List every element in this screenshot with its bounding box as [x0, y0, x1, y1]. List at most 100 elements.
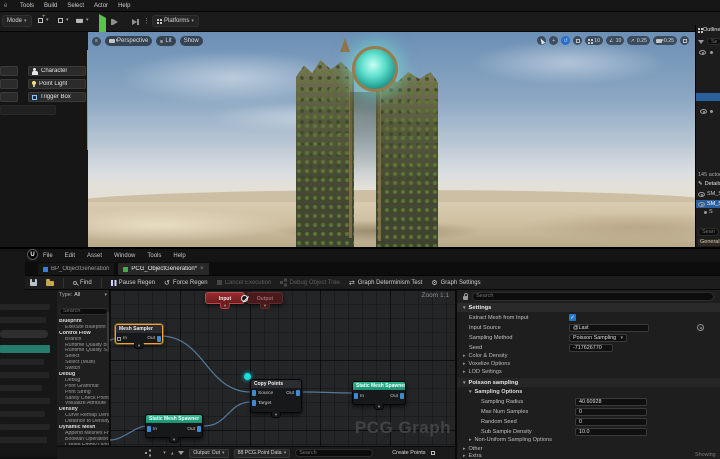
- blueprints-button[interactable]: ▾: [58, 17, 69, 23]
- lock-icon[interactable]: [463, 292, 469, 300]
- grid-snap-toggle[interactable]: 10: [585, 36, 603, 45]
- random-seed-field[interactable]: 0: [575, 417, 647, 426]
- eye-icon[interactable]: [698, 201, 705, 207]
- node-input[interactable]: Input ▾: [205, 292, 245, 309]
- node-static-mesh-spawner[interactable]: Static Mesh Spawner In Out ▾: [145, 414, 203, 443]
- target-pin[interactable]: [252, 400, 256, 406]
- menu-tools[interactable]: Tools: [20, 3, 34, 9]
- outliner-selected-row[interactable]: [696, 93, 720, 101]
- section-color-density[interactable]: ▸ Color & Density: [463, 353, 507, 359]
- palette-search-input[interactable]: [59, 307, 108, 315]
- outliner-tab[interactable]: Outliner: [698, 27, 720, 33]
- pcg-menu-file[interactable]: File: [43, 253, 53, 259]
- frame-skip-button[interactable]: [111, 19, 118, 25]
- actor-pill-clipped[interactable]: [0, 92, 18, 102]
- close-icon[interactable]: ×: [200, 266, 204, 272]
- extract-mesh-checkbox[interactable]: ✓: [569, 314, 576, 321]
- node-output-disabled[interactable]: Output ▾: [247, 292, 283, 309]
- collapse-chevron-icon[interactable]: ▾: [259, 303, 271, 309]
- sampling-method-dropdown[interactable]: Poisson Sampling ▾: [569, 333, 627, 342]
- add-actor-button[interactable]: ▾: [38, 14, 49, 23]
- tab-pcg-objectgeneration[interactable]: PCG_ObjectGeneration* ×: [118, 263, 209, 275]
- max-num-samples-field[interactable]: 0: [575, 407, 647, 416]
- graph-determinism-test-button[interactable]: ⇄ Graph Determinism Test: [349, 279, 422, 287]
- viewport-menu-button[interactable]: ≡: [92, 36, 101, 46]
- advance-button[interactable]: [132, 19, 139, 25]
- collapse-chevron-icon[interactable]: ▾: [219, 303, 231, 309]
- section-lod[interactable]: ▸ LOD Settings: [463, 369, 502, 375]
- details-search-input[interactable]: [698, 228, 719, 236]
- palette-scrollbar[interactable]: [107, 312, 109, 352]
- force-regen-button[interactable]: ↺ Force Regen: [164, 279, 208, 287]
- move-tool-button[interactable]: +: [549, 36, 559, 45]
- find-button[interactable]: Find: [73, 280, 92, 286]
- sub-sample-density-field[interactable]: 10.0: [575, 427, 647, 436]
- pcg-graph-canvas[interactable]: Zoom 1:1 PCG Graph Input ▾ Output ▾ Mesh…: [110, 290, 455, 447]
- show-dropdown[interactable]: Show: [179, 36, 203, 46]
- input-source-field[interactable]: @Last: [569, 323, 649, 332]
- level-viewport[interactable]: ≡ Perspective Lit Show + ↺ 10 ∠ 10 ↗ 0.25 …: [88, 32, 695, 247]
- eye-icon[interactable]: [698, 191, 705, 197]
- lit-dropdown[interactable]: Lit: [156, 36, 176, 46]
- attributes-search-input[interactable]: [295, 449, 374, 457]
- out-pin[interactable]: [197, 426, 201, 432]
- pcg-menu-window[interactable]: Window: [114, 253, 135, 259]
- section-sampling-options[interactable]: ▾ Sampling Options: [469, 389, 522, 395]
- reset-to-default-icon[interactable]: [696, 324, 704, 331]
- browse-icon[interactable]: [46, 279, 54, 287]
- details-tab[interactable]: ✎ Details: [698, 181, 720, 187]
- layers-icon[interactable]: [145, 451, 148, 455]
- pcg-menu-asset[interactable]: Asset: [87, 253, 102, 259]
- pause-regen-button[interactable]: Pause Regen: [110, 279, 155, 286]
- place-actor-point-light[interactable]: Point Light: [28, 79, 86, 89]
- collapse-icon[interactable]: ▾: [171, 450, 174, 456]
- pcg-menu-tools[interactable]: Tools: [147, 253, 161, 259]
- place-actor-character[interactable]: Character: [28, 66, 86, 76]
- actor-pill-clipped[interactable]: [0, 105, 56, 115]
- section-extra[interactable]: ▸ Extra: [463, 453, 482, 459]
- outliner-row[interactable]: [700, 109, 713, 114]
- section-non-uniform[interactable]: ▸ Non-Uniform Sampling Options: [469, 437, 552, 443]
- source-pin[interactable]: [252, 390, 256, 396]
- details-child-row[interactable]: S: [704, 209, 720, 215]
- section-other[interactable]: ▸ Other: [463, 446, 483, 452]
- filter-icon[interactable]: [698, 39, 704, 44]
- collapse-chevron-icon[interactable]: ▾: [133, 343, 145, 349]
- details-row[interactable]: SM_S: [698, 191, 720, 197]
- details-selected-row[interactable]: SM_S: [696, 200, 720, 208]
- mode-dropdown[interactable]: Mode ▾: [2, 15, 32, 27]
- actor-pill-clipped[interactable]: [0, 66, 18, 76]
- node-mesh-sampler[interactable]: Mesh Sampler In Out ▾: [115, 324, 163, 349]
- tab-bp-objectgeneration[interactable]: BP_ObjectGeneration: [38, 263, 115, 275]
- palette-type-filter[interactable]: Type: All ▾: [57, 290, 109, 299]
- pcg-menu-help[interactable]: Help: [173, 253, 185, 259]
- collapse-chevron-icon[interactable]: ▾: [373, 404, 385, 410]
- section-poisson[interactable]: ▾ Poisson sampling: [457, 378, 720, 387]
- collapse-chevron-icon[interactable]: ▾: [168, 437, 180, 443]
- outliner-search-input[interactable]: [707, 38, 720, 45]
- filter-icon[interactable]: [178, 451, 185, 455]
- perspective-dropdown[interactable]: Perspective: [105, 36, 153, 46]
- place-actor-trigger-box[interactable]: Trigger Box: [28, 92, 86, 102]
- out-pin[interactable]: [400, 393, 404, 399]
- pcg-menu-edit[interactable]: Edit: [65, 253, 75, 259]
- camera-speed-control[interactable]: 0.25: [652, 36, 677, 45]
- section-settings[interactable]: ▾ Settings: [457, 303, 720, 312]
- sampling-radius-field[interactable]: 40.60928: [575, 397, 647, 406]
- node-copy-points[interactable]: Copy Points Source Out Target ▾: [250, 379, 302, 418]
- maximize-viewport-button[interactable]: [680, 36, 689, 45]
- menu-actor[interactable]: Actor: [94, 3, 108, 9]
- details-search-input[interactable]: [472, 291, 714, 301]
- save-icon[interactable]: [30, 279, 37, 286]
- play-options-kebab[interactable]: ⋮: [143, 17, 150, 25]
- scale-tool-button[interactable]: [573, 36, 583, 45]
- palette-item[interactable]: Create Empty Dynamic Mesh: [57, 443, 109, 445]
- rotate-tool-button[interactable]: ↺: [561, 36, 571, 45]
- dock-icon[interactable]: [430, 451, 435, 455]
- section-voxelize[interactable]: ▸ Voxelize Options: [463, 361, 510, 367]
- expand-icon[interactable]: ▾: [163, 450, 166, 456]
- out-pin[interactable]: [296, 390, 300, 396]
- cinematics-button[interactable]: ▾: [76, 17, 89, 23]
- output-pin-dropdown[interactable]: Output: Out ▾: [189, 448, 229, 458]
- out-pin[interactable]: [157, 335, 161, 342]
